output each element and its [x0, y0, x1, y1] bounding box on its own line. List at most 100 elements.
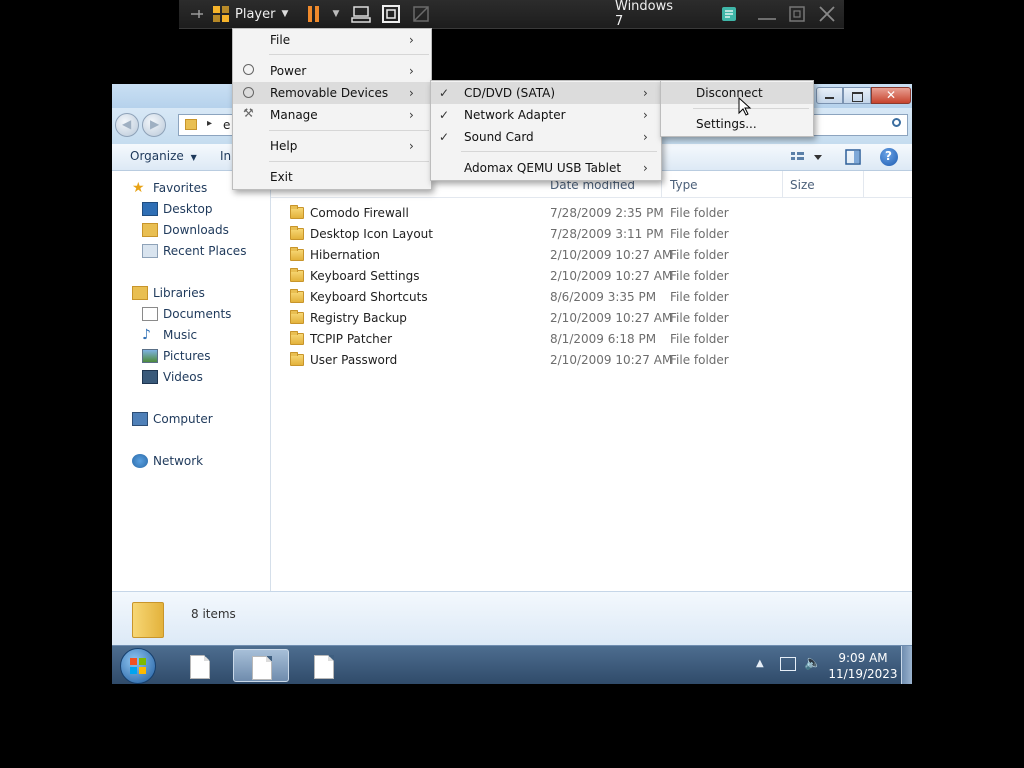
- recent-places-icon: [142, 244, 158, 258]
- include-in-library-button[interactable]: In: [220, 149, 231, 163]
- file-date: 2/10/2009 10:27 AM: [550, 269, 673, 283]
- player-menu-button[interactable]: Player ▼: [235, 3, 289, 25]
- nav-favorites-label: Favorites: [153, 181, 208, 195]
- chevron-right-icon: ›: [409, 64, 414, 78]
- start-button[interactable]: [120, 648, 156, 684]
- back-button[interactable]: ◀: [115, 113, 139, 137]
- show-hidden-icons-button[interactable]: ▲: [756, 658, 764, 669]
- menu-item-removable-devices[interactable]: Removable Devices ›: [233, 82, 431, 104]
- file-name: TCPIP Patcher: [310, 332, 393, 346]
- nav-favorites[interactable]: ★ Favorites: [132, 181, 207, 195]
- minimize-window-button[interactable]: [816, 87, 843, 104]
- pause-dropdown-icon[interactable]: ▼: [329, 3, 343, 25]
- removable-devices-submenu: ✓ CD/DVD (SATA) › ✓ Network Adapter › ✓ …: [430, 80, 662, 181]
- restore-icon: [852, 92, 863, 102]
- send-ctrl-alt-del-button[interactable]: [349, 3, 373, 25]
- network-tray-icon[interactable]: [780, 657, 796, 671]
- menu-item-disconnect[interactable]: Disconnect: [661, 82, 813, 104]
- document-icon: [252, 656, 272, 680]
- menu-item-label: Disconnect: [696, 86, 763, 100]
- nav-downloads[interactable]: Downloads: [142, 223, 229, 237]
- column-header-type[interactable]: Type: [670, 178, 698, 192]
- table-row[interactable]: Desktop Icon Layout 7/28/2009 3:11 PM Fi…: [271, 224, 912, 245]
- menu-item-label: CD/DVD (SATA): [464, 86, 556, 100]
- maximize-window-button[interactable]: [843, 87, 871, 104]
- minimize-button[interactable]: [755, 3, 779, 25]
- close-icon: ✕: [886, 88, 897, 102]
- menu-item-exit[interactable]: Exit: [233, 166, 431, 188]
- message-log-button[interactable]: [717, 3, 741, 25]
- file-date: 2/10/2009 10:27 AM: [550, 311, 673, 325]
- nav-videos-label: Videos: [163, 370, 203, 384]
- file-date: 8/1/2009 6:18 PM: [550, 332, 657, 346]
- organize-button[interactable]: Organize ▼: [130, 149, 197, 163]
- unity-pin-icon[interactable]: [187, 3, 207, 25]
- back-arrow-icon: ◀: [122, 117, 132, 131]
- menu-item-sound-card[interactable]: ✓ Sound Card ›: [431, 126, 661, 148]
- wrench-icon: ⚒: [243, 106, 254, 120]
- menu-item-manage[interactable]: ⚒ Manage ›: [233, 104, 431, 126]
- column-header-size[interactable]: Size: [790, 178, 815, 192]
- table-row[interactable]: TCPIP Patcher 8/1/2009 6:18 PM File fold…: [271, 329, 912, 350]
- menu-item-label: Help: [270, 139, 298, 153]
- navigation-pane: ★ Favorites Desktop Downloads Recent Pla…: [112, 171, 271, 591]
- show-desktop-button[interactable]: [901, 646, 912, 684]
- nav-documents[interactable]: Documents: [142, 307, 231, 321]
- chevron-right-icon: ›: [643, 130, 648, 144]
- menu-item-label: Removable Devices: [270, 86, 389, 100]
- clock[interactable]: 9:09 AM 11/19/2023: [828, 650, 898, 682]
- nav-network[interactable]: Network: [132, 454, 203, 468]
- cd-dvd-submenu: Disconnect Settings...: [660, 80, 814, 137]
- organize-label: Organize: [130, 149, 184, 163]
- help-icon: ?: [885, 149, 892, 163]
- table-row[interactable]: Comodo Firewall 7/28/2009 2:35 PM File f…: [271, 203, 912, 224]
- nav-pictures[interactable]: Pictures: [142, 349, 211, 363]
- taskbar-app-button[interactable]: [296, 649, 352, 682]
- downloads-folder-icon: [142, 223, 158, 237]
- folder-icon: [290, 268, 304, 282]
- close-button[interactable]: [815, 3, 839, 25]
- nav-computer[interactable]: Computer: [132, 412, 213, 426]
- chevron-right-icon: ›: [409, 139, 414, 153]
- table-row[interactable]: Hibernation 2/10/2009 10:27 AM File fold…: [271, 245, 912, 266]
- forward-button[interactable]: ▶: [142, 113, 166, 137]
- close-window-button[interactable]: ✕: [871, 87, 911, 104]
- pause-button[interactable]: [302, 3, 326, 25]
- nav-libraries[interactable]: Libraries: [132, 286, 205, 300]
- vmware-logo-icon: [211, 3, 231, 25]
- preview-pane-icon: [845, 149, 861, 165]
- menu-item-file[interactable]: File ›: [233, 29, 431, 51]
- unity-button[interactable]: [409, 3, 433, 25]
- menu-item-usb-tablet[interactable]: Adomax QEMU USB Tablet ›: [431, 157, 661, 179]
- menu-separator: [269, 130, 429, 131]
- taskbar-app-button[interactable]: [172, 649, 228, 682]
- menu-item-settings[interactable]: Settings...: [661, 113, 813, 135]
- nav-recent-places[interactable]: Recent Places: [142, 244, 246, 258]
- restore-button[interactable]: [785, 3, 809, 25]
- menu-item-cd-dvd[interactable]: ✓ CD/DVD (SATA) ›: [431, 82, 661, 104]
- menu-item-power[interactable]: Power ›: [233, 60, 431, 82]
- include-label: In: [220, 149, 232, 163]
- volume-icon[interactable]: 🔈: [804, 655, 821, 671]
- pictures-icon: [142, 349, 158, 363]
- taskbar-app-button-active[interactable]: [233, 649, 289, 682]
- table-row[interactable]: User Password 2/10/2009 10:27 AM File fo…: [271, 350, 912, 371]
- menu-item-help[interactable]: Help ›: [233, 135, 431, 157]
- help-button[interactable]: ?: [880, 148, 898, 166]
- file-date: 2/10/2009 10:27 AM: [550, 353, 673, 367]
- preview-pane-button[interactable]: [845, 149, 861, 165]
- table-row[interactable]: Registry Backup 2/10/2009 10:27 AM File …: [271, 308, 912, 329]
- menu-item-label: Network Adapter: [464, 108, 566, 122]
- menu-item-network-adapter[interactable]: ✓ Network Adapter ›: [431, 104, 661, 126]
- nav-videos[interactable]: Videos: [142, 370, 203, 384]
- view-options-button[interactable]: [790, 149, 822, 165]
- nav-desktop[interactable]: Desktop: [142, 202, 213, 216]
- full-screen-button[interactable]: [379, 3, 403, 25]
- table-row[interactable]: Keyboard Settings 2/10/2009 10:27 AM Fil…: [271, 266, 912, 287]
- file-type: File folder: [670, 269, 729, 283]
- nav-libraries-label: Libraries: [153, 286, 205, 300]
- table-row[interactable]: Keyboard Shortcuts 8/6/2009 3:35 PM File…: [271, 287, 912, 308]
- clock-time: 9:09 AM: [838, 651, 888, 665]
- nav-music[interactable]: ♪ Music: [142, 328, 197, 342]
- file-type: File folder: [670, 290, 729, 304]
